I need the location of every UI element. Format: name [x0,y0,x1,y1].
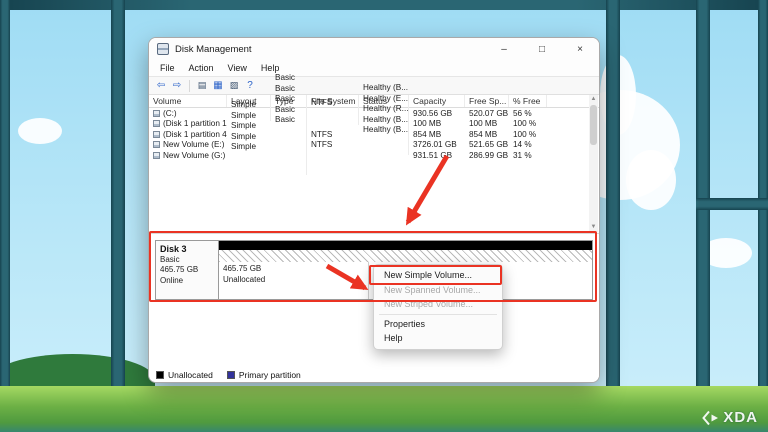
xda-watermark-text: XDA [723,409,758,426]
table-cell: 521.65 GB [465,140,509,149]
console-tree-icon[interactable]: ▤ [195,79,209,93]
scroll-down-icon[interactable]: ▼ [589,223,598,232]
window-title: Disk Management [175,44,485,55]
help-icon[interactable]: ? [243,79,257,93]
close-button[interactable]: × [561,38,599,60]
toolbar-separator [189,80,190,92]
table-cell: 854 MB [409,130,465,139]
unallocated-hatch [219,250,592,262]
table-cell: 31 % [509,151,547,160]
menu-bar: FileActionViewHelp [149,60,599,76]
volume-icon [153,141,160,148]
table-cell: 14 % [509,140,547,149]
menu-item-new-striped-volume: New Striped Volume... [374,297,502,312]
table-cell: 286.99 GB [465,151,509,160]
volume-list: VolumeLayoutTypeFile SystemStatusCapacit… [149,95,599,233]
minimize-button[interactable]: – [485,38,523,60]
table-cell: New Volume (G:) [149,151,227,160]
grass [0,386,768,432]
help-doc-icon[interactable]: ▦ [211,79,225,93]
menu-item-new-spanned-volume: New Spanned Volume... [374,283,502,298]
table-cell: Basic [271,115,307,195]
legend-label: Primary partition [239,370,301,380]
disk-type: Basic [160,255,214,266]
table-cell: 56 % [509,109,547,118]
menu-item-new-simple-volume[interactable]: New Simple Volume... [374,268,502,283]
legend: Unallocated Primary partition [149,367,599,382]
scroll-up-icon[interactable]: ▲ [589,95,598,104]
title-bar[interactable]: Disk Management – □ × [149,38,599,60]
table-cell: Healthy (B... [359,125,409,185]
table-cell: New Volume (E:) [149,140,227,149]
column-header[interactable]: % Free [509,95,547,107]
table-cell: 854 MB [465,130,509,139]
column-header[interactable]: Capacity [409,95,465,107]
table-cell: (Disk 1 partition 1) [149,119,227,128]
region-label-box: 465.75 GB Unallocated [219,262,369,299]
menu-separator [379,314,497,315]
table-cell: Simple [227,142,271,168]
window-frame-bar [606,0,620,402]
menu-item-properties[interactable]: Properties [374,317,502,332]
column-header[interactable]: Free Sp... [465,95,509,107]
disk-size: 465.75 GB [160,265,214,276]
table-cell: 3726.01 GB [409,140,465,149]
table-cell: 100 % [509,119,547,128]
volume-table-body: (C:)SimpleBasicNTFSHealthy (B...930.56 G… [149,108,599,161]
table-cell: NTFS [307,140,359,170]
properties-icon[interactable]: ▨ [227,79,241,93]
legend-swatch [227,371,235,379]
table-cell: 100 MB [465,119,509,128]
window-frame-bar [696,198,768,210]
window-frame-bar [111,0,125,406]
table-cell: 100 % [509,130,547,139]
maximize-button[interactable]: □ [523,38,561,60]
legend-swatch [156,371,164,379]
legend-item: Primary partition [227,370,301,380]
table-cell: 100 MB [409,119,465,128]
region-size: 465.75 GB [223,264,364,275]
disk-status: Online [160,276,214,287]
context-menu: New Simple Volume...New Spanned Volume..… [373,264,503,350]
region-label: Unallocated [223,275,364,286]
volume-icon [153,131,160,138]
column-header[interactable]: Volume [149,95,227,107]
volume-icon [153,110,160,117]
table-row[interactable]: New Volume (G:)SimpleBasicNTFSHealthy (B… [149,150,599,161]
volume-icon [153,152,160,159]
menu-file[interactable]: File [153,60,182,76]
xda-logo-icon [702,410,720,426]
cloud [626,150,676,210]
xda-watermark: XDA [702,409,758,426]
legend-label: Unallocated [168,370,213,380]
disk-info-panel[interactable]: Disk 3 Basic 465.75 GB Online [155,240,219,300]
table-cell: 930.56 GB [409,109,465,118]
table-cell: (C:) [149,109,227,118]
menu-action[interactable]: Action [182,60,221,76]
window-frame-bar [0,0,10,400]
back-arrow-icon[interactable]: ⇦ [154,79,168,93]
unallocated-strip [219,241,592,250]
volume-icon [153,120,160,127]
forward-arrow-icon[interactable]: ⇨ [170,79,184,93]
scrollbar[interactable]: ▲ ▼ [589,95,598,232]
cloud [18,118,62,144]
legend-item: Unallocated [156,370,213,380]
disk-name: Disk 3 [160,244,214,255]
menu-view[interactable]: View [221,60,254,76]
disk-management-icon [157,43,169,55]
table-cell: 520.07 GB [465,109,509,118]
menu-item-help[interactable]: Help [374,331,502,346]
scrollbar-thumb[interactable] [590,105,597,145]
table-cell: (Disk 1 partition 4) [149,130,227,139]
table-cell: 931.51 GB [409,151,465,160]
